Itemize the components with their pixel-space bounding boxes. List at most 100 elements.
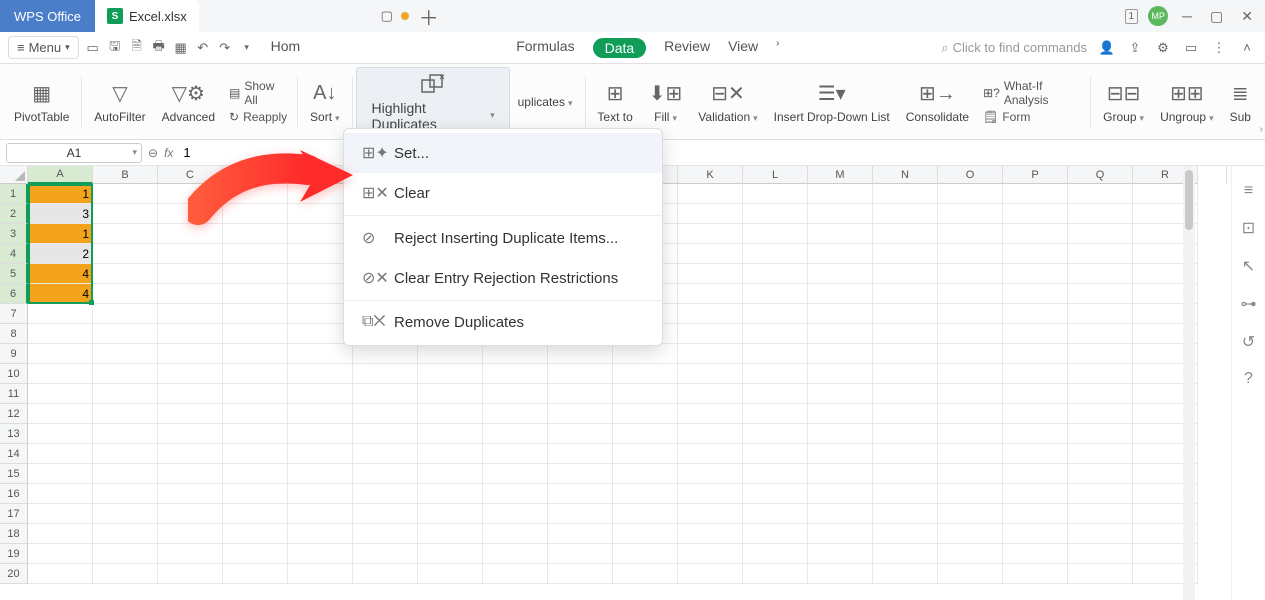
cell[interactable] xyxy=(1068,244,1133,264)
cell[interactable] xyxy=(28,484,93,504)
cell[interactable] xyxy=(418,484,483,504)
cell[interactable] xyxy=(418,384,483,404)
cell[interactable] xyxy=(93,344,158,364)
cell[interactable] xyxy=(873,444,938,464)
cell[interactable] xyxy=(873,364,938,384)
cell[interactable] xyxy=(288,344,353,364)
column-header[interactable]: K xyxy=(678,166,743,184)
cell[interactable] xyxy=(1003,264,1068,284)
cell[interactable] xyxy=(548,504,613,524)
cell[interactable] xyxy=(158,544,223,564)
print-preview-icon[interactable]: ▦ xyxy=(173,40,189,56)
validation-button[interactable]: ⊟✕ Validation xyxy=(690,66,765,138)
cell[interactable] xyxy=(1068,504,1133,524)
cell[interactable] xyxy=(873,524,938,544)
cell[interactable] xyxy=(613,484,678,504)
cell[interactable] xyxy=(548,484,613,504)
cell[interactable]: 2 xyxy=(28,244,93,264)
cell[interactable] xyxy=(418,504,483,524)
fx-icon[interactable]: fx xyxy=(164,146,173,160)
row-header[interactable]: 6 xyxy=(0,284,28,304)
cell[interactable] xyxy=(808,184,873,204)
cell[interactable] xyxy=(158,284,223,304)
cell[interactable] xyxy=(28,364,93,384)
cell[interactable] xyxy=(808,284,873,304)
cell[interactable] xyxy=(418,444,483,464)
cell[interactable] xyxy=(223,504,288,524)
cell[interactable]: 1 xyxy=(28,184,93,204)
cell[interactable] xyxy=(548,404,613,424)
cell[interactable] xyxy=(1068,344,1133,364)
cell[interactable] xyxy=(678,524,743,544)
cell[interactable]: 3 xyxy=(28,204,93,224)
cell[interactable] xyxy=(678,464,743,484)
cell[interactable] xyxy=(873,484,938,504)
cell[interactable] xyxy=(483,484,548,504)
text-to-button[interactable]: ⊞ Text to xyxy=(589,66,640,138)
cell[interactable] xyxy=(938,284,1003,304)
cell[interactable] xyxy=(808,344,873,364)
cell[interactable] xyxy=(548,564,613,584)
cell[interactable] xyxy=(93,544,158,564)
new-tab-button[interactable]: ＋ xyxy=(409,2,449,31)
cell[interactable] xyxy=(418,564,483,584)
cell[interactable] xyxy=(548,364,613,384)
cell[interactable] xyxy=(483,424,548,444)
cell[interactable] xyxy=(93,244,158,264)
vertical-scrollbar[interactable] xyxy=(1183,166,1195,600)
cell[interactable] xyxy=(678,324,743,344)
print-icon[interactable]: 🖶 xyxy=(151,40,167,56)
cell[interactable] xyxy=(808,524,873,544)
row-header[interactable]: 19 xyxy=(0,544,28,564)
cell[interactable] xyxy=(158,364,223,384)
cell[interactable] xyxy=(743,564,808,584)
cell[interactable] xyxy=(873,384,938,404)
advanced-filter-button[interactable]: ▽⚙ Advanced xyxy=(154,66,223,138)
cell[interactable] xyxy=(1003,204,1068,224)
tab-review[interactable]: Review xyxy=(664,38,710,58)
cell[interactable] xyxy=(808,324,873,344)
cell[interactable] xyxy=(808,304,873,324)
row-header[interactable]: 17 xyxy=(0,504,28,524)
cell[interactable] xyxy=(28,504,93,524)
cell[interactable] xyxy=(743,524,808,544)
cell[interactable] xyxy=(678,304,743,324)
row-header[interactable]: 7 xyxy=(0,304,28,324)
tab-formulas[interactable]: Formulas xyxy=(516,38,574,58)
pivottable-button[interactable]: ▦ PivotTable xyxy=(6,66,77,138)
cell[interactable] xyxy=(1068,524,1133,544)
cell[interactable] xyxy=(1003,344,1068,364)
cell[interactable] xyxy=(1068,484,1133,504)
cell[interactable] xyxy=(223,264,288,284)
cell[interactable] xyxy=(678,364,743,384)
cell[interactable] xyxy=(873,404,938,424)
row-header[interactable]: 8 xyxy=(0,324,28,344)
cursor-icon[interactable]: ↖ xyxy=(1242,256,1255,276)
cell[interactable] xyxy=(93,464,158,484)
cell[interactable] xyxy=(483,384,548,404)
cell[interactable] xyxy=(678,264,743,284)
cell[interactable] xyxy=(353,564,418,584)
cell[interactable] xyxy=(678,384,743,404)
undo-icon[interactable]: ↶ xyxy=(195,40,211,56)
adjust-icon[interactable]: ⊶ xyxy=(1241,294,1257,314)
cell[interactable] xyxy=(938,384,1003,404)
cell[interactable] xyxy=(873,284,938,304)
cell[interactable] xyxy=(1003,324,1068,344)
cell[interactable] xyxy=(223,424,288,444)
tab-home[interactable]: Hom xyxy=(271,38,301,58)
cell[interactable] xyxy=(28,384,93,404)
cell[interactable] xyxy=(938,404,1003,424)
maximize-button[interactable]: ▢ xyxy=(1206,6,1227,27)
cell[interactable] xyxy=(1068,184,1133,204)
duplicates-button[interactable]: uplicates xyxy=(510,66,581,138)
cell[interactable] xyxy=(1003,524,1068,544)
row-header[interactable]: 4 xyxy=(0,244,28,264)
cell[interactable] xyxy=(223,344,288,364)
cell[interactable] xyxy=(938,224,1003,244)
save-icon[interactable]: 🖫 xyxy=(107,40,123,56)
task-pane-selection-icon[interactable]: ⊡ xyxy=(1242,218,1255,238)
highlight-duplicates-button[interactable]: Highlight Duplicates xyxy=(356,67,509,137)
minimize-button[interactable]: ─ xyxy=(1178,6,1196,26)
cell[interactable] xyxy=(678,244,743,264)
